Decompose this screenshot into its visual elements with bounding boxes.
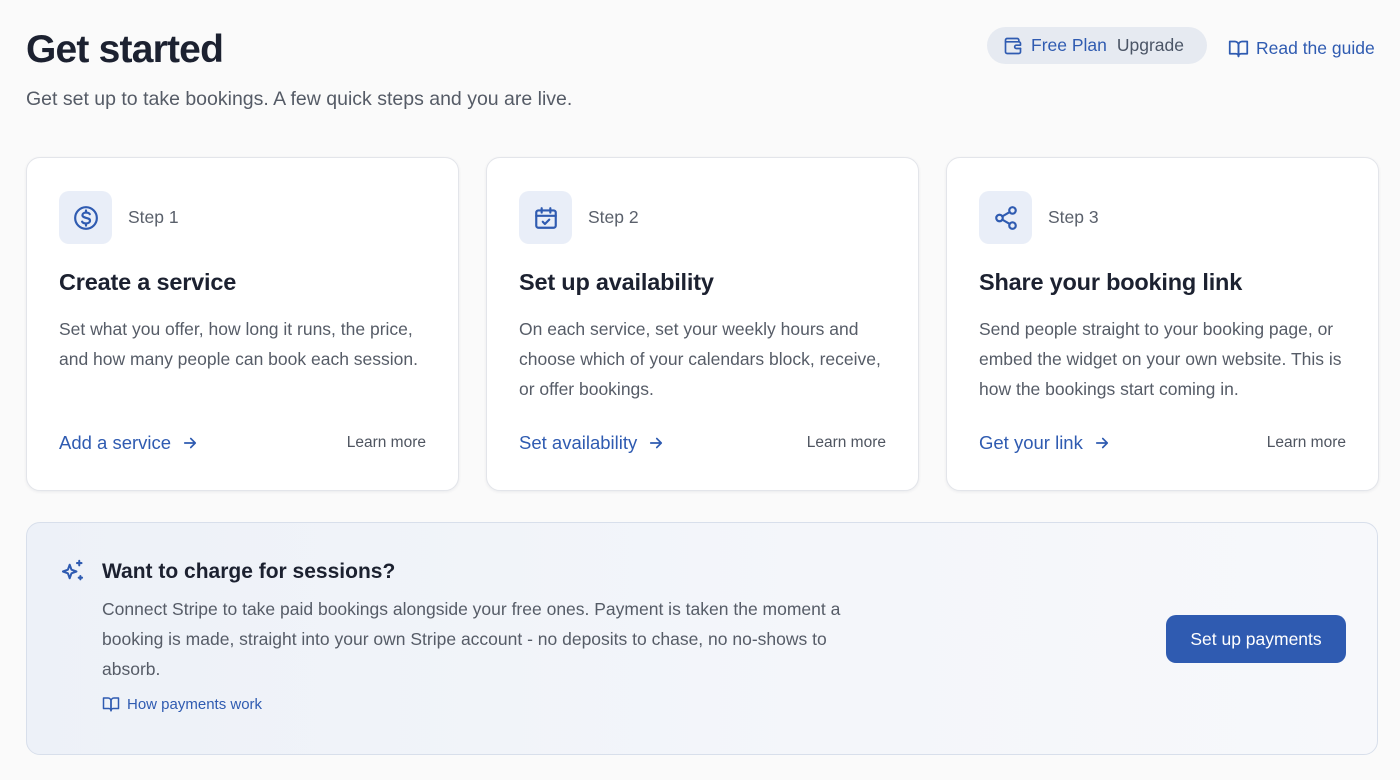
step-card-create-service: Step 1 Create a service Set what you off… xyxy=(26,157,459,491)
upgrade-link[interactable]: Upgrade xyxy=(1117,35,1184,56)
set-up-payments-button[interactable]: Set up payments xyxy=(1166,615,1346,663)
step-description: Set what you offer, how long it runs, th… xyxy=(59,319,418,369)
learn-more-link[interactable]: Learn more xyxy=(1267,434,1346,452)
how-payments-work-link[interactable]: How payments work xyxy=(102,695,262,713)
learn-more-link[interactable]: Learn more xyxy=(347,434,426,452)
book-open-icon xyxy=(102,695,120,713)
step-description: Send people straight to your booking pag… xyxy=(979,319,1342,399)
payments-promo: Want to charge for sessions? Connect Str… xyxy=(26,522,1378,755)
action-label: Get your link xyxy=(979,432,1083,453)
arrow-right-icon xyxy=(181,434,199,452)
calendar-check-icon xyxy=(519,191,572,244)
step-card-availability: Step 2 Set up availability On each servi… xyxy=(486,157,919,491)
learn-more-link[interactable]: Learn more xyxy=(807,434,886,452)
payments-description: Connect Stripe to take paid bookings alo… xyxy=(102,599,841,679)
share-icon xyxy=(979,191,1032,244)
page-subtitle: Get set up to take bookings. A few quick… xyxy=(26,88,573,110)
step-label: Step 2 xyxy=(588,207,639,227)
read-guide-label: Read the guide xyxy=(1256,37,1375,58)
page-title: Get started xyxy=(26,28,224,71)
dollar-circle-icon xyxy=(59,191,112,244)
action-label: Add a service xyxy=(59,432,172,453)
wallet-icon xyxy=(1003,36,1023,56)
step-title: Set up availability xyxy=(519,269,714,295)
step-label: Step 3 xyxy=(1048,207,1099,227)
sparkles-icon xyxy=(59,558,86,590)
step-title: Share your booking link xyxy=(979,269,1243,295)
set-availability-link[interactable]: Set availability xyxy=(519,432,665,454)
read-guide-link[interactable]: Read the guide xyxy=(1228,36,1375,60)
step-title: Create a service xyxy=(59,269,237,295)
arrow-right-icon xyxy=(1093,434,1111,452)
add-service-link[interactable]: Add a service xyxy=(59,432,199,454)
step-label: Step 1 xyxy=(128,207,179,227)
payments-title: Want to charge for sessions? xyxy=(102,560,396,583)
how-payments-work-label: How payments work xyxy=(127,695,263,713)
plan-badge[interactable]: Free Plan Upgrade xyxy=(987,27,1207,64)
book-open-icon xyxy=(1228,38,1249,59)
action-label: Set availability xyxy=(519,432,638,453)
step-card-share-link: Step 3 Share your booking link Send peop… xyxy=(946,157,1379,491)
get-link-link[interactable]: Get your link xyxy=(979,432,1111,454)
plan-name: Free Plan xyxy=(1031,35,1107,55)
step-description: On each service, set your weekly hours a… xyxy=(519,319,881,399)
arrow-right-icon xyxy=(647,434,665,452)
